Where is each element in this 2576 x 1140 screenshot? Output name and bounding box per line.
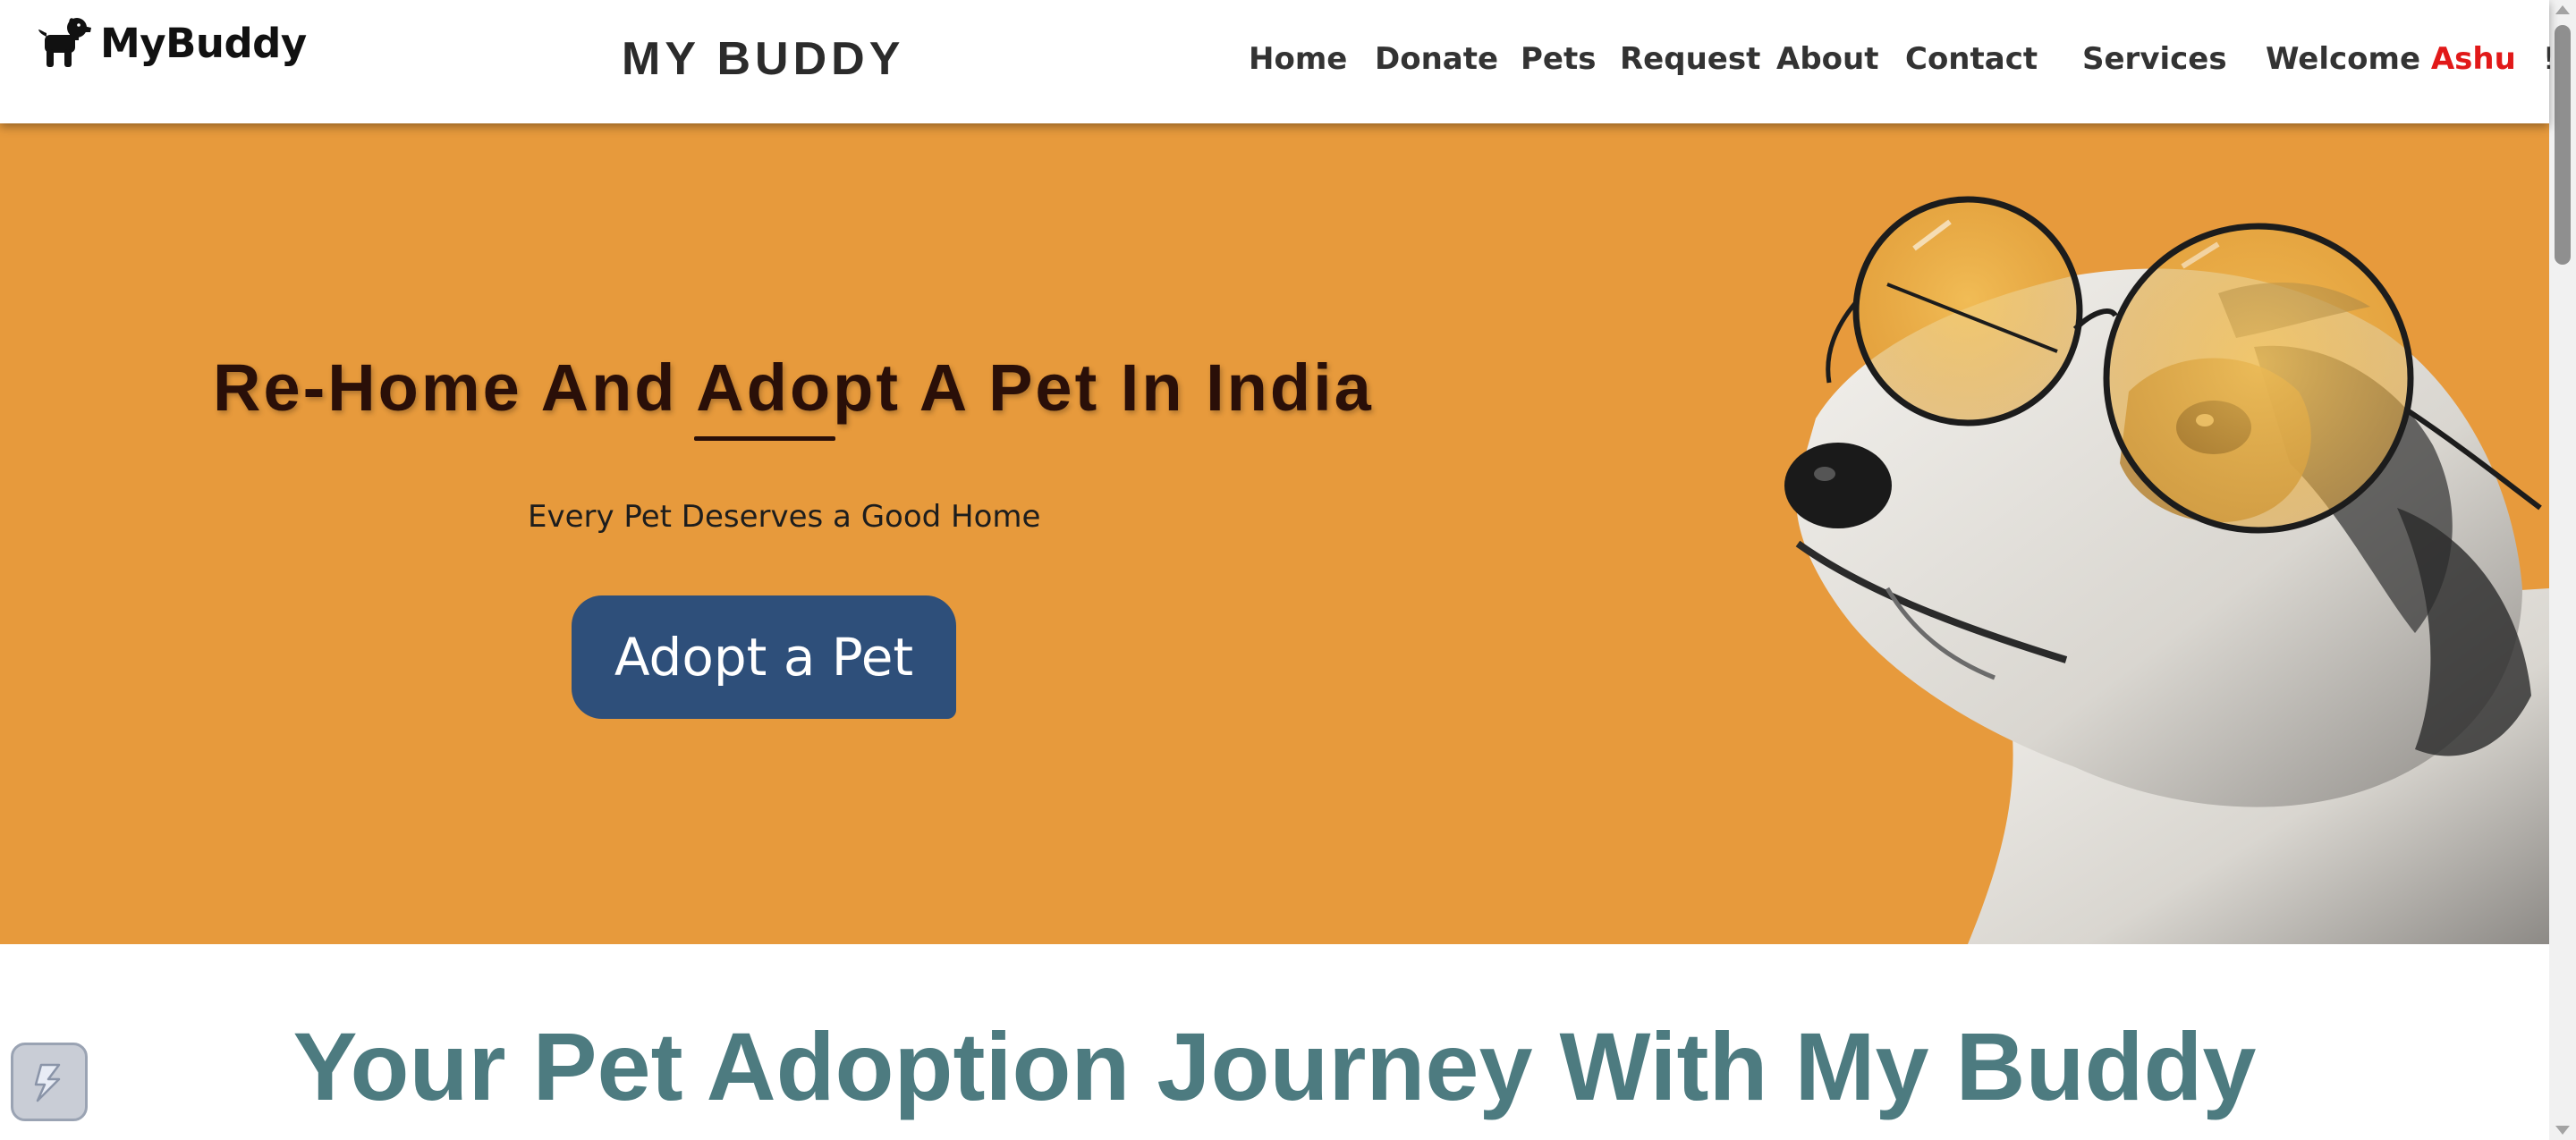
dog-with-glasses-image	[1784, 196, 2549, 944]
site-title: MY BUDDY	[622, 33, 905, 85]
page-scrollbar[interactable]	[2549, 0, 2576, 1140]
nav-request[interactable]: Request	[1620, 41, 1760, 77]
nav-about[interactable]: About	[1776, 41, 1878, 77]
dog-logo-icon	[38, 18, 91, 67]
scroll-up-arrow-icon[interactable]	[2555, 5, 2570, 14]
nav-services[interactable]: Services	[2082, 41, 2227, 77]
brand-link[interactable]: MyBuddy	[34, 16, 307, 70]
hero-subtitle: Every Pet Deserves a Good Home	[528, 499, 1041, 535]
welcome-prefix: Welcome	[2266, 41, 2421, 77]
nav-pets[interactable]: Pets	[1521, 41, 1596, 77]
lightning-widget-icon	[34, 1063, 61, 1102]
nav-contact[interactable]: Contact	[1905, 41, 2038, 77]
hero-banner: Re-Home And Adopt A Pet In India Every P…	[0, 123, 2549, 944]
welcome-username: Ashu	[2430, 41, 2516, 77]
scroll-down-arrow-icon[interactable]	[2555, 1126, 2570, 1135]
navbar: MyBuddy MY BUDDY Home Donate Pets Reques…	[0, 0, 2555, 123]
scrollbar-thumb[interactable]	[2555, 25, 2571, 265]
welcome-message: Welcome Ashu !	[2266, 41, 2555, 77]
journey-section-title: Your Pet Adoption Journey With My Buddy	[292, 1012, 2257, 1120]
hero-title-underline	[694, 436, 835, 441]
adopt-a-pet-button[interactable]: Adopt a Pet	[572, 595, 956, 719]
floating-widget-button[interactable]	[11, 1043, 88, 1121]
welcome-suffix: !	[2542, 41, 2555, 77]
nav-donate[interactable]: Donate	[1375, 41, 1498, 77]
hero-title: Re-Home And Adopt A Pet In India	[213, 350, 1374, 425]
nav-home[interactable]: Home	[1249, 41, 1347, 77]
brand-name: MyBuddy	[100, 19, 307, 67]
